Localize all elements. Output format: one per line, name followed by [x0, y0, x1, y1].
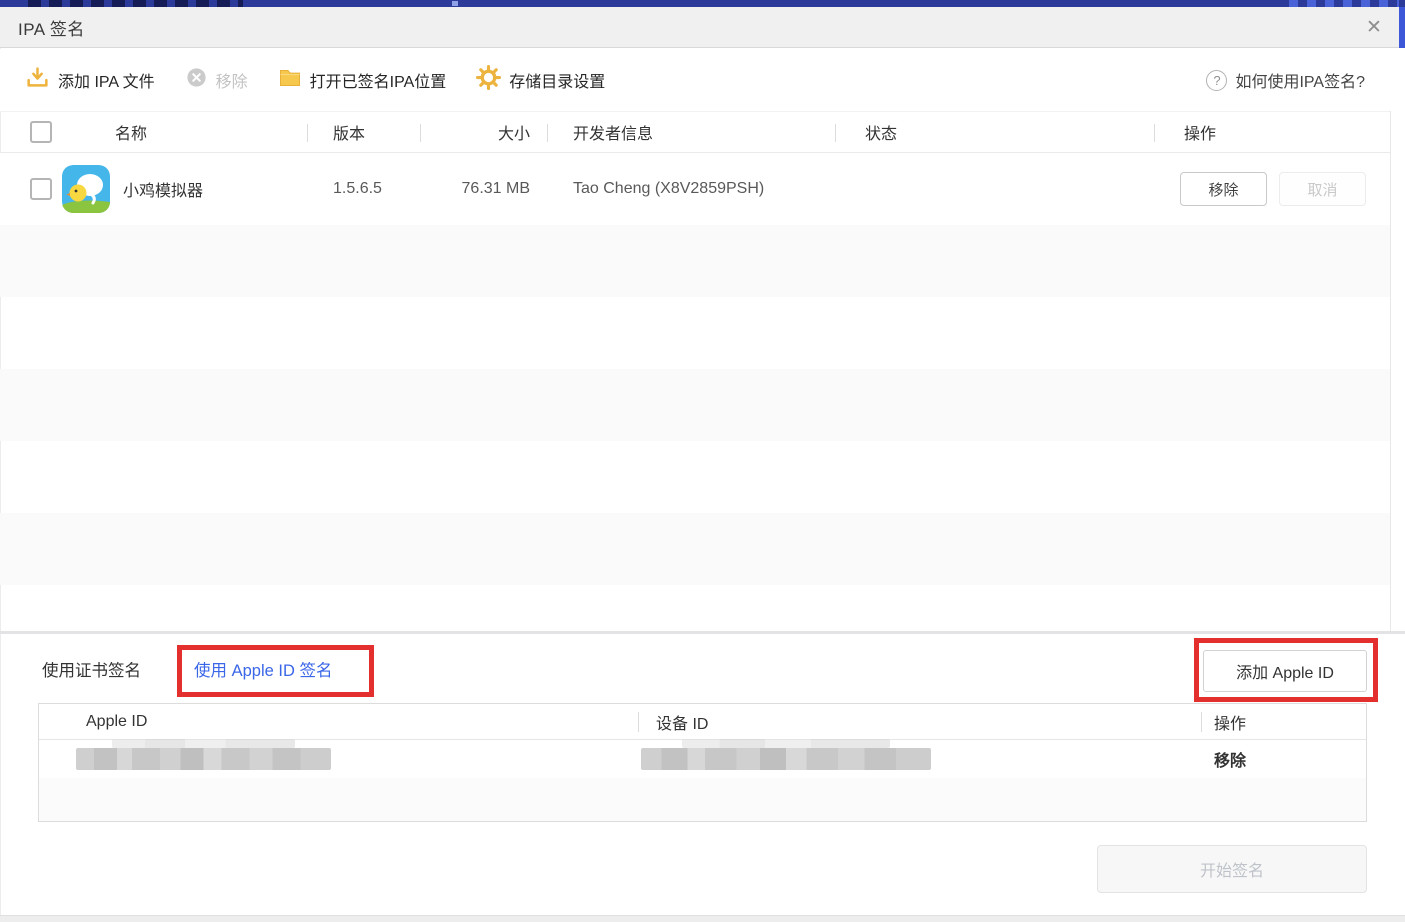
header-operation: 操作	[1154, 120, 1390, 144]
storage-directory-settings-label: 存储目录设置	[509, 68, 605, 92]
apple-table-empty-area	[39, 778, 1366, 821]
background-window-text-fragment	[28, 0, 243, 7]
empty-row-stripe	[0, 513, 1390, 585]
column-separator	[547, 124, 548, 142]
section-divider	[0, 631, 1405, 634]
column-separator	[307, 124, 308, 142]
app-name: 小鸡模拟器	[123, 177, 203, 201]
redacted-device-id	[641, 748, 931, 770]
app-size: 76.31 MB	[420, 180, 547, 198]
ipa-table-header: 名称 版本 大小 开发者信息 状态 操作	[0, 111, 1390, 153]
help-label: 如何使用IPA签名?	[1235, 68, 1365, 92]
header-version: 版本	[307, 120, 420, 144]
apple-id-table-header: Apple ID 设备 ID 操作	[39, 704, 1366, 740]
empty-row-stripe	[0, 369, 1390, 441]
add-apple-id-button[interactable]: 添加 Apple ID	[1203, 650, 1367, 692]
header-developer: 开发者信息	[547, 120, 835, 144]
header-apple-operation: 操作	[1201, 710, 1366, 734]
select-all-checkbox[interactable]	[30, 121, 52, 143]
folder-icon	[278, 66, 302, 95]
header-device-id: 设备 ID	[638, 710, 1201, 734]
add-ipa-label: 添加 IPA 文件	[58, 68, 155, 92]
column-separator	[835, 124, 836, 142]
tab-sign-with-apple-id[interactable]: 使用 Apple ID 签名	[194, 657, 332, 681]
toolbar: 添加 IPA 文件 移除 打开已签名IPA位置	[0, 49, 1405, 111]
empty-row-stripe	[0, 225, 1390, 297]
dialog-titlebar: IPA 签名 ✕	[0, 7, 1405, 48]
help-icon: ?	[1206, 70, 1227, 91]
apple-id-row: 移除	[39, 740, 1366, 778]
remove-button-toolbar[interactable]: 移除	[185, 66, 248, 94]
dialog-title: IPA 签名	[18, 15, 85, 40]
gear-icon	[476, 65, 501, 95]
column-separator	[1201, 712, 1202, 732]
apple-id-remove-button[interactable]: 移除	[1201, 747, 1366, 771]
close-icon[interactable]: ✕	[1359, 7, 1389, 48]
column-separator	[1154, 124, 1155, 142]
apple-id-table: Apple ID 设备 ID 操作 移除	[38, 703, 1367, 822]
start-signing-button[interactable]: 开始签名	[1097, 845, 1367, 893]
row-cancel-button[interactable]: 取消	[1279, 172, 1366, 206]
storage-directory-settings-button[interactable]: 存储目录设置	[476, 65, 605, 95]
column-separator	[420, 124, 421, 142]
row-remove-button[interactable]: 移除	[1180, 172, 1267, 206]
remove-circle-icon	[185, 66, 208, 94]
add-ipa-file-button[interactable]: 添加 IPA 文件	[25, 65, 155, 95]
app-version: 1.5.6.5	[307, 180, 420, 198]
background-window-text-fragment	[1289, 0, 1399, 7]
table-right-border	[1390, 111, 1391, 631]
remove-toolbar-label: 移除	[216, 68, 248, 92]
tab-sign-with-certificate[interactable]: 使用证书签名	[42, 657, 141, 681]
header-name: 名称	[60, 120, 307, 144]
redacted-apple-id	[76, 748, 331, 770]
dialog-bottom-edge	[0, 915, 1405, 922]
app-icon	[62, 165, 110, 213]
how-to-use-help-link[interactable]: ? 如何使用IPA签名?	[1206, 49, 1365, 111]
add-ipa-icon	[25, 65, 50, 95]
app-developer: Tao Cheng (X8V2859PSH)	[547, 180, 835, 198]
ipa-table-row: 小鸡模拟器 1.5.6.5 76.31 MB Tao Cheng (X8V285…	[0, 153, 1390, 225]
header-size: 大小	[420, 120, 547, 144]
column-separator	[638, 712, 639, 732]
open-signed-ipa-location-label: 打开已签名IPA位置	[310, 68, 447, 92]
open-signed-ipa-location-button[interactable]: 打开已签名IPA位置	[278, 66, 447, 95]
header-status: 状态	[835, 120, 1154, 144]
row-checkbox[interactable]	[30, 178, 52, 200]
background-window-edge	[1399, 7, 1405, 48]
header-apple-id: Apple ID	[39, 713, 638, 731]
background-window-strip	[0, 0, 1405, 7]
background-window-dot	[452, 1, 458, 6]
